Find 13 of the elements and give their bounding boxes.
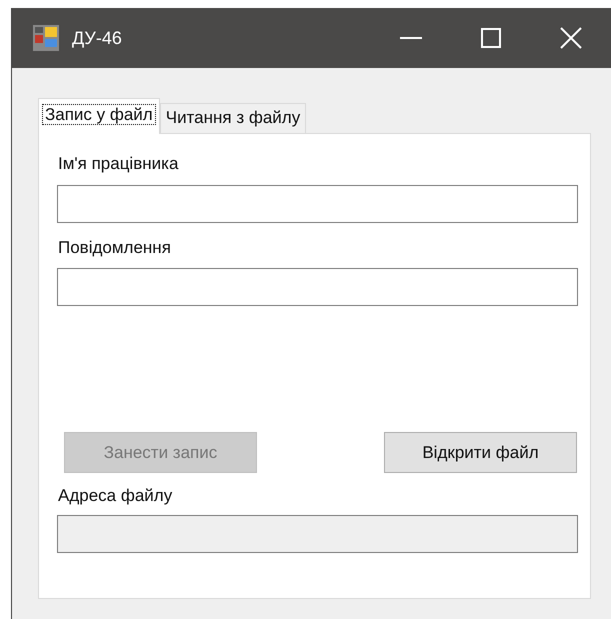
field-label: Ім'я працівника [58, 153, 180, 175]
tab[interactable]: Запис у файл [38, 98, 160, 134]
close-icon [560, 27, 582, 49]
text-field[interactable] [57, 184, 578, 222]
field-label: Адреса файлу [58, 485, 174, 507]
text-field[interactable] [57, 268, 578, 306]
tab[interactable]: Читання з файлу [160, 103, 306, 134]
maximize-icon [481, 28, 501, 48]
field-label: Повідомлення [58, 236, 172, 258]
minimize-icon [400, 37, 422, 39]
app-icon [32, 24, 60, 52]
window-title: ДУ-46 [72, 26, 122, 50]
action-button[interactable]: Відкрити файл [384, 432, 577, 473]
